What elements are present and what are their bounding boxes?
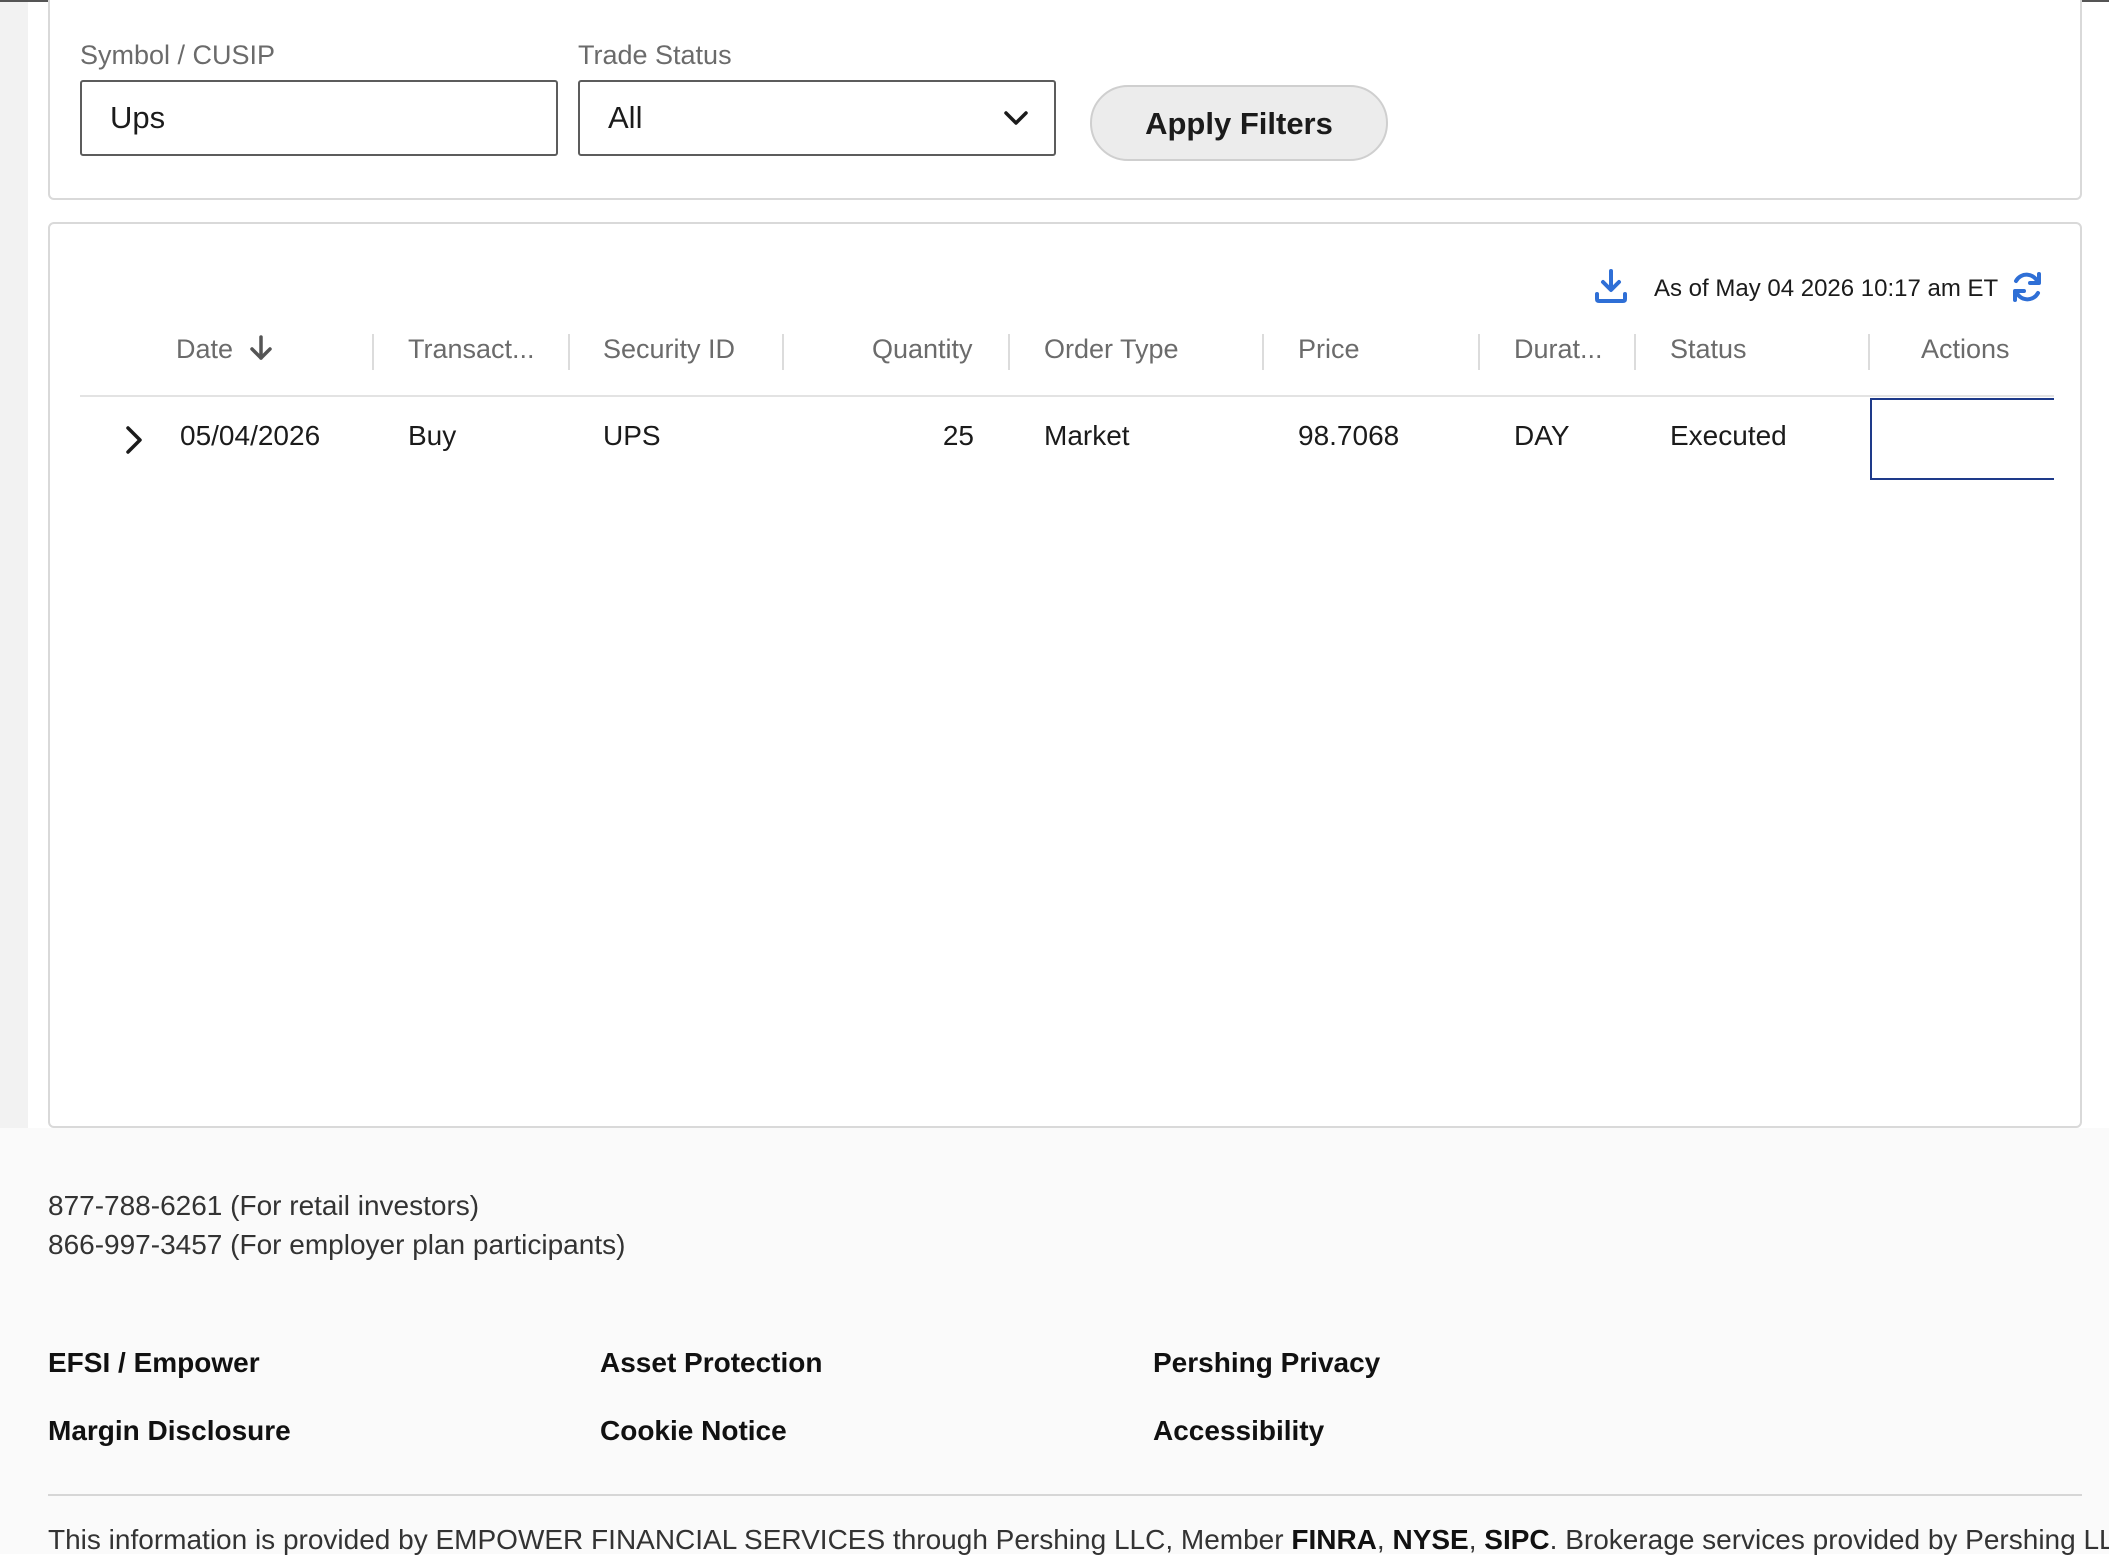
phone-retail: 877-788-6261 (For retail investors): [48, 1190, 480, 1221]
disclaimer-lead: This information is provided by EMPOWER …: [48, 1524, 1292, 1555]
disclaimer-comma: ,: [1468, 1524, 1485, 1555]
col-separator[interactable]: [1478, 334, 1480, 370]
footer-divider: [48, 1494, 2082, 1496]
col-header-date[interactable]: Date: [176, 334, 273, 365]
cell-quantity: 25: [942, 420, 974, 451]
disclaimer-comma: ,: [1376, 1524, 1393, 1555]
link-cookie-notice[interactable]: Cookie Notice: [600, 1415, 787, 1447]
col-header-transaction[interactable]: Transact...: [408, 334, 535, 365]
symbol-input[interactable]: [80, 80, 558, 156]
col-separator[interactable]: [372, 334, 374, 370]
col-header-price[interactable]: Price: [1298, 334, 1360, 365]
disclaimer-tail: . Brokerage services provided by Pershin…: [1549, 1524, 2109, 1555]
sipc-link[interactable]: SIPC: [1484, 1524, 1549, 1555]
finra-link[interactable]: FINRA: [1291, 1524, 1377, 1555]
cell-actions[interactable]: [1870, 398, 2054, 480]
link-accessibility[interactable]: Accessibility: [1153, 1415, 1324, 1447]
cell-status: Executed: [1670, 420, 1787, 451]
refresh-icon[interactable]: [2010, 270, 2044, 304]
col-header-actions: Actions: [1921, 334, 2010, 364]
col-separator[interactable]: [1634, 334, 1636, 370]
col-separator[interactable]: [1008, 334, 1010, 370]
chevron-right-icon[interactable]: [122, 424, 146, 456]
apply-filters-button[interactable]: Apply Filters: [1090, 85, 1388, 161]
phone-employer: 866-997-3457 (For employer plan particip…: [48, 1229, 626, 1260]
cell-transaction: Buy: [408, 420, 457, 451]
col-separator[interactable]: [1868, 334, 1870, 370]
disclaimer-text: This information is provided by EMPOWER …: [48, 1524, 2109, 1556]
download-icon[interactable]: [1594, 268, 1628, 304]
header-divider: [80, 395, 2054, 397]
trade-status-select[interactable]: All: [578, 80, 1056, 156]
as-of-timestamp: As of May 04 2026 10:17 am ET: [1654, 275, 1999, 302]
sort-down-icon: [249, 335, 272, 360]
nyse-link[interactable]: NYSE: [1392, 1524, 1468, 1555]
chevron-down-icon: [1004, 111, 1028, 125]
trade-status-value: All: [608, 100, 643, 135]
col-separator[interactable]: [1262, 334, 1264, 370]
col-header-duration[interactable]: Durat...: [1514, 334, 1603, 365]
cell-order-type: Market: [1044, 420, 1130, 451]
link-pershing-privacy[interactable]: Pershing Privacy: [1153, 1347, 1380, 1379]
link-margin-disclosure[interactable]: Margin Disclosure: [48, 1415, 291, 1447]
cell-security-id: UPS: [603, 420, 661, 451]
col-header-date-label: Date: [176, 334, 234, 364]
col-header-status[interactable]: Status: [1670, 334, 1747, 365]
link-asset-protection[interactable]: Asset Protection: [600, 1347, 823, 1379]
cell-duration: DAY: [1514, 420, 1570, 451]
col-header-security-id[interactable]: Security ID: [603, 334, 735, 365]
left-background-strip: [0, 0, 28, 1128]
col-separator[interactable]: [782, 334, 784, 370]
col-header-quantity[interactable]: Quantity: [872, 334, 973, 365]
cell-date: 05/04/2026: [180, 420, 321, 451]
col-separator[interactable]: [568, 334, 570, 370]
symbol-label: Symbol / CUSIP: [80, 40, 276, 70]
cell-price: 98.7068: [1298, 420, 1400, 451]
trade-status-label: Trade Status: [578, 40, 732, 70]
link-efsi-empower[interactable]: EFSI / Empower: [48, 1347, 260, 1379]
col-header-order-type[interactable]: Order Type: [1044, 334, 1179, 365]
